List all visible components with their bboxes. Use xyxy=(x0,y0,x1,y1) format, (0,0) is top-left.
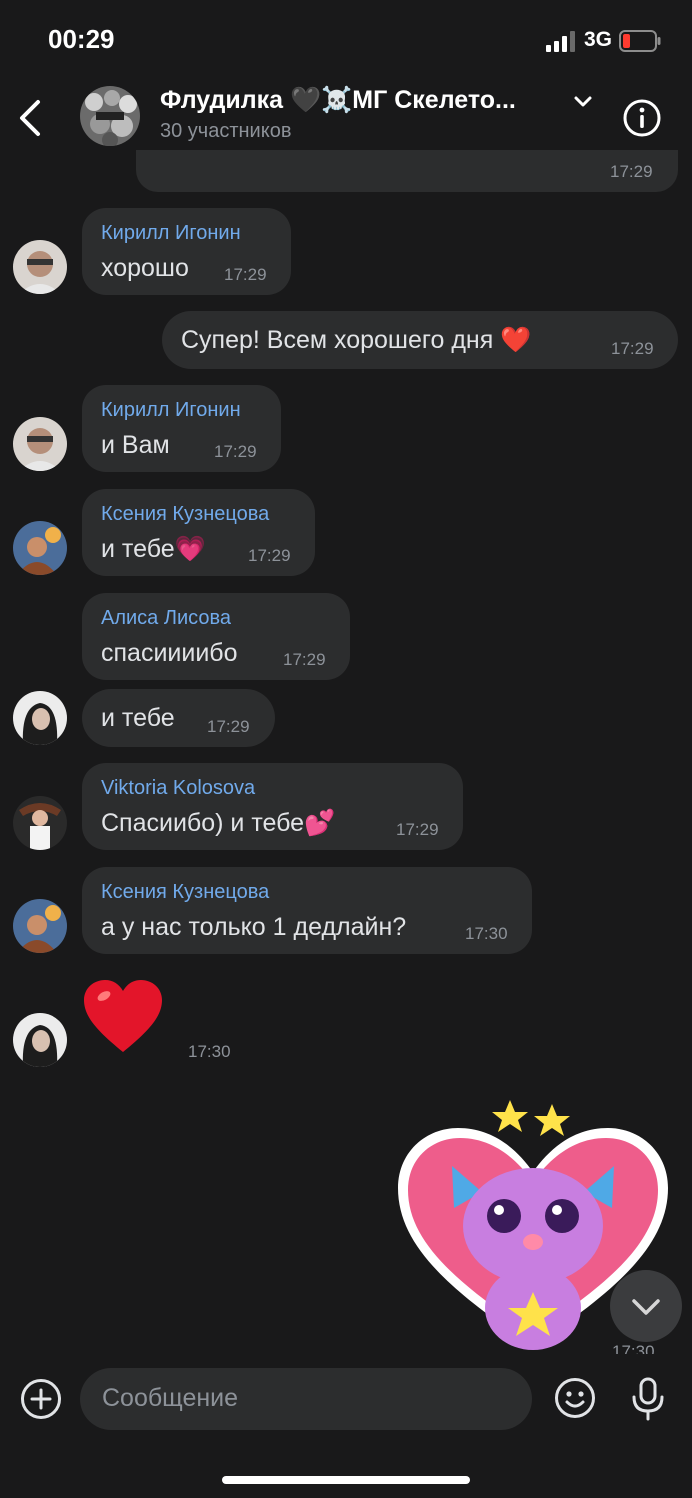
message-sender[interactable]: Кирилл Игонин xyxy=(101,399,241,422)
message-text: и Вам xyxy=(101,431,170,459)
message-input[interactable]: Сообщение xyxy=(80,1368,532,1430)
message-sender[interactable]: Алиса Лисова xyxy=(101,607,231,630)
heart-emoji xyxy=(84,980,162,1052)
chat-title[interactable]: Флудилка 🖤☠️МГ Скелето... xyxy=(160,86,516,115)
battery-icon xyxy=(619,30,661,52)
message-text: и тебе xyxy=(101,704,175,732)
message-time: 17:29 xyxy=(611,339,654,358)
avatar[interactable] xyxy=(13,521,67,575)
outgoing-message[interactable]: 17:29 xyxy=(136,150,678,192)
message-time: 17:29 xyxy=(207,717,250,736)
chevron-down-icon[interactable] xyxy=(572,94,594,110)
message-time: 17:29 xyxy=(248,546,291,565)
incoming-message[interactable]: Ксения Кузнецова а у нас только 1 дедлай… xyxy=(82,867,532,954)
message-time: 17:29 xyxy=(283,650,326,669)
message-text: а у нас только 1 дедлайн? xyxy=(101,913,407,941)
message-sender[interactable]: Viktoria Kolosova xyxy=(101,777,255,800)
avatar[interactable] xyxy=(13,1013,67,1067)
message-text: Спасиибо) и тебе💕 xyxy=(101,809,336,837)
signal-icon xyxy=(546,31,575,52)
incoming-message[interactable]: Ксения Кузнецова и тебе💗 17:29 xyxy=(82,489,315,576)
incoming-message[interactable]: Кирилл Игонин и Вам 17:29 xyxy=(82,385,281,472)
message-input-placeholder: Сообщение xyxy=(102,1384,239,1412)
outgoing-message[interactable]: Супер! Всем хорошего дня ❤️ 17:29 xyxy=(162,311,678,369)
message-sender[interactable]: Кирилл Игонин xyxy=(101,222,241,245)
avatar[interactable] xyxy=(13,796,67,850)
scroll-down-button[interactable] xyxy=(610,1270,682,1342)
emoji-message[interactable]: 17:30 xyxy=(82,978,252,1062)
avatar[interactable] xyxy=(13,240,67,294)
avatar[interactable] xyxy=(13,899,67,953)
message-time: 17:30 xyxy=(465,924,508,943)
message-sender[interactable]: Ксения Кузнецова xyxy=(101,881,269,904)
message-text: Супер! Всем хорошего дня ❤️ xyxy=(181,326,532,354)
plus-icon[interactable] xyxy=(20,1378,62,1420)
status-time: 00:29 xyxy=(48,24,115,54)
incoming-message[interactable]: и тебе 17:29 xyxy=(82,689,275,747)
mic-icon[interactable] xyxy=(628,1376,668,1422)
smile-icon[interactable] xyxy=(553,1376,597,1420)
home-indicator[interactable] xyxy=(222,1476,470,1484)
incoming-message[interactable]: Viktoria Kolosova Спасиибо) и тебе💕 17:2… xyxy=(82,763,463,850)
message-text: и тебе💗 xyxy=(101,535,206,563)
chevron-down-icon xyxy=(632,1299,660,1315)
incoming-message[interactable]: Кирилл Игонин хорошо 17:29 xyxy=(82,208,291,295)
message-time: 17:30 xyxy=(612,1342,655,1354)
incoming-message[interactable]: Алиса Лисова спасиииибо 17:29 xyxy=(82,593,350,680)
message-text: спасиииибо xyxy=(101,639,238,667)
message-sender[interactable]: Ксения Кузнецова xyxy=(101,503,269,526)
message-time: 17:29 xyxy=(396,820,439,839)
message-time: 17:29 xyxy=(610,162,653,181)
back-icon[interactable] xyxy=(16,98,46,138)
chat-avatar[interactable] xyxy=(80,86,140,146)
info-icon[interactable] xyxy=(622,98,662,138)
chat-members-count: 30 участников xyxy=(160,120,292,142)
message-time: 17:29 xyxy=(224,265,267,284)
avatar[interactable] xyxy=(13,417,67,471)
message-time: 17:30 xyxy=(188,1042,231,1061)
message-time: 17:29 xyxy=(214,442,257,461)
avatar[interactable] xyxy=(13,691,67,745)
network-type: 3G xyxy=(584,28,613,51)
message-text: хорошо xyxy=(101,254,189,282)
